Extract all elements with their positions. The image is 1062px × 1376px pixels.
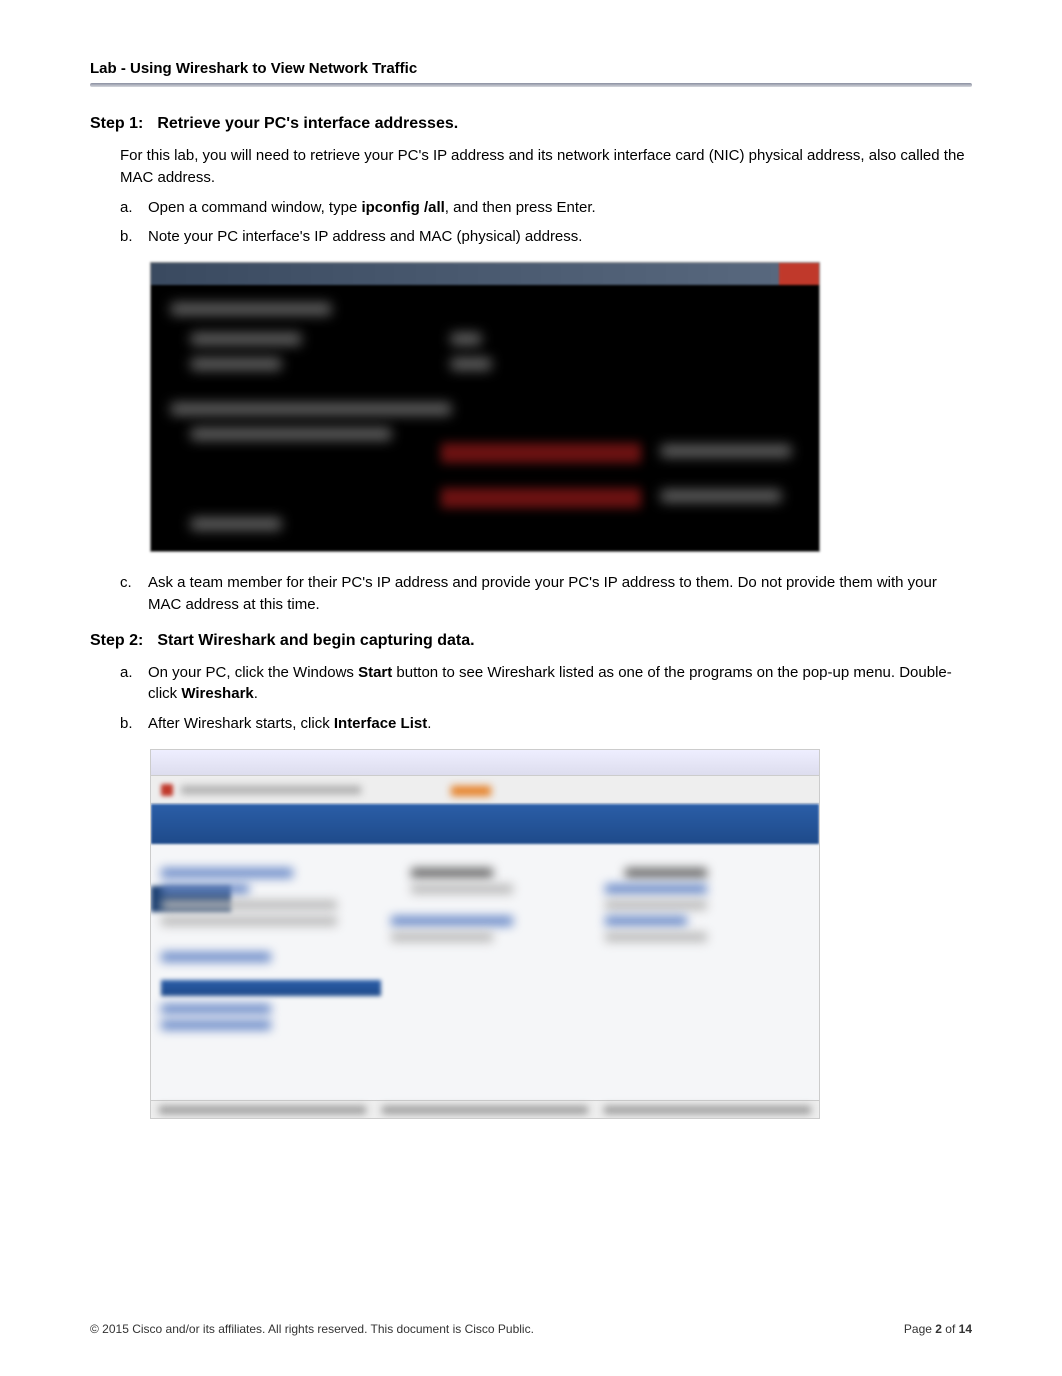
step2-title: Start Wireshark and begin capturing data… xyxy=(157,632,474,649)
list-letter: c. xyxy=(120,572,148,616)
header-divider xyxy=(90,83,972,87)
list-letter: a. xyxy=(120,197,148,219)
list-content: On your PC, click the Windows Start butt… xyxy=(148,662,972,706)
step1-intro: For this lab, you will need to retrieve … xyxy=(120,145,972,189)
step2-label: Step 2: xyxy=(90,632,143,650)
text: On your PC, click the Windows xyxy=(148,664,358,681)
page-total: 14 xyxy=(959,1322,972,1336)
step1-heading: Step 1: Retrieve your PC's interface addr… xyxy=(90,115,972,133)
bold-text: Interface List xyxy=(334,715,427,732)
text: of xyxy=(942,1322,959,1336)
copyright-text: © 2015 Cisco and/or its affiliates. All … xyxy=(90,1322,534,1336)
list-letter: b. xyxy=(120,713,148,735)
text: . xyxy=(427,715,431,732)
text: . xyxy=(254,685,258,702)
step1-item-a: a. Open a command window, type ipconfig … xyxy=(120,197,972,219)
list-content: After Wireshark starts, click Interface … xyxy=(148,713,972,735)
step1-title: Retrieve your PC's interface addresses. xyxy=(157,115,458,132)
bold-text: Wireshark xyxy=(181,685,253,702)
step2-item-a: a. On your PC, click the Windows Start b… xyxy=(120,662,972,706)
command-text: ipconfig /all xyxy=(361,199,444,216)
step2-item-b: b. After Wireshark starts, click Interfa… xyxy=(120,713,972,735)
step1-item-b: b. Note your PC interface's IP address a… xyxy=(120,226,972,248)
wireshark-window-screenshot xyxy=(150,749,820,1119)
text: Page xyxy=(904,1322,935,1336)
list-content: Ask a team member for their PC's IP addr… xyxy=(148,572,972,616)
text: Open a command window, type xyxy=(148,199,361,216)
lab-header-title: Lab - Using Wireshark to View Network Tr… xyxy=(90,60,972,77)
list-letter: a. xyxy=(120,662,148,706)
list-letter: b. xyxy=(120,226,148,248)
page-number: Page 2 of 14 xyxy=(904,1322,972,1336)
text: After Wireshark starts, click xyxy=(148,715,334,732)
cmd-window-screenshot xyxy=(150,262,820,552)
step2-heading: Step 2: Start Wireshark and begin capturi… xyxy=(90,632,972,650)
list-content: Open a command window, type ipconfig /al… xyxy=(148,197,972,219)
page-footer: © 2015 Cisco and/or its affiliates. All … xyxy=(90,1322,972,1336)
list-content: Note your PC interface's IP address and … xyxy=(148,226,972,248)
step1-label: Step 1: xyxy=(90,115,143,133)
bold-text: Start xyxy=(358,664,392,681)
page-current: 2 xyxy=(935,1322,942,1336)
step1-item-c: c. Ask a team member for their PC's IP a… xyxy=(120,572,972,616)
text: , and then press Enter. xyxy=(445,199,596,216)
